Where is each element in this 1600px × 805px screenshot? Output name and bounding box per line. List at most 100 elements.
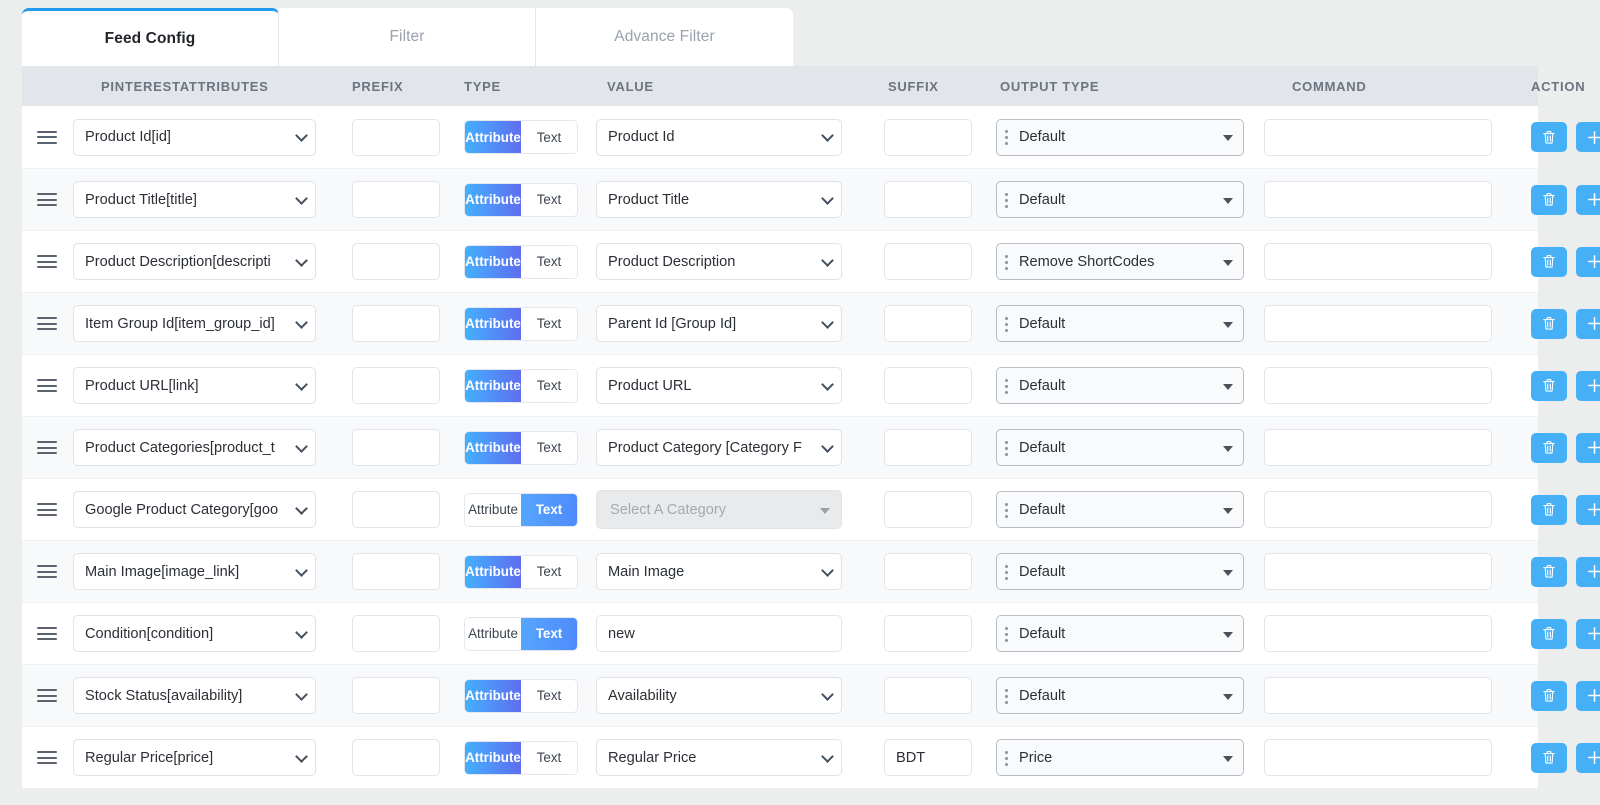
prefix-input[interactable] [352,118,440,156]
type-toggle[interactable]: Attribute Text [464,182,578,217]
attribute-select[interactable]: Product Title[title] [73,181,316,218]
type-toggle-attribute[interactable]: Attribute [465,555,521,588]
add-row-button[interactable] [1576,556,1600,587]
type-toggle-text[interactable]: Text [521,741,577,774]
output-type-select[interactable]: Default [996,367,1244,404]
drag-handle-icon[interactable] [37,751,57,764]
value-select[interactable]: Parent Id [Group Id] [596,305,842,342]
attribute-select[interactable]: Product Id[id] [73,118,316,156]
command-input[interactable] [1264,677,1492,714]
drag-handle-icon[interactable] [37,441,57,454]
add-row-button[interactable] [1576,122,1600,152]
drag-handle-icon[interactable] [37,255,57,268]
output-type-select[interactable]: Default [996,491,1244,528]
command-input[interactable] [1264,181,1492,218]
prefix-input[interactable] [352,739,440,776]
output-type-select[interactable]: Default [996,677,1244,714]
suffix-input[interactable] [884,677,972,714]
type-toggle-attribute[interactable]: Attribute [465,183,521,216]
prefix-input[interactable] [352,243,440,280]
command-input[interactable] [1264,429,1492,466]
attribute-select[interactable]: Product Categories[product_t [73,429,316,466]
type-toggle[interactable]: Attribute Text [464,244,578,279]
value-select[interactable]: Availability [596,677,842,714]
suffix-input[interactable] [884,305,972,342]
prefix-input[interactable] [352,491,440,528]
tab-advance-filter[interactable]: Advance Filter [536,8,793,66]
add-row-button[interactable] [1576,246,1600,277]
prefix-input[interactable] [352,305,440,342]
type-toggle-attribute[interactable]: Attribute [465,245,521,278]
output-type-select[interactable]: Default [996,305,1244,342]
type-toggle-text[interactable]: Text [521,493,577,526]
attribute-select[interactable]: Condition[condition] [73,615,316,652]
value-select[interactable]: Product Category [Category F [596,429,842,466]
prefix-input[interactable] [352,677,440,714]
suffix-input[interactable]: BDT [884,739,972,776]
add-row-button[interactable] [1576,680,1600,711]
value-input[interactable]: new [596,615,842,652]
attribute-select[interactable]: Stock Status[availability] [73,677,316,714]
delete-row-button[interactable] [1531,184,1567,215]
type-toggle-attribute[interactable]: Attribute [465,369,521,402]
attribute-select[interactable]: Google Product Category[goo [73,491,316,528]
output-type-select[interactable]: Default [996,181,1244,218]
suffix-input[interactable] [884,615,972,652]
command-input[interactable] [1264,739,1492,776]
type-toggle[interactable]: Attribute Text [464,430,578,465]
type-toggle-attribute[interactable]: Attribute [465,307,521,340]
add-row-button[interactable] [1576,308,1600,339]
drag-handle-icon[interactable] [37,627,57,640]
suffix-input[interactable] [884,553,972,590]
drag-handle-icon[interactable] [37,689,57,702]
command-input[interactable] [1264,491,1492,528]
value-select[interactable]: Regular Price [596,739,842,776]
suffix-input[interactable] [884,243,972,280]
attribute-select[interactable]: Regular Price[price] [73,739,316,776]
category-select[interactable]: Select A Category [596,490,842,529]
prefix-input[interactable] [352,367,440,404]
drag-handle-icon[interactable] [37,503,57,516]
attribute-select[interactable]: Item Group Id[item_group_id] [73,305,316,342]
type-toggle-attribute[interactable]: Attribute [465,617,521,650]
command-input[interactable] [1264,553,1492,590]
command-input[interactable] [1264,615,1492,652]
type-toggle-text[interactable]: Text [521,245,577,278]
prefix-input[interactable] [352,181,440,218]
output-type-select[interactable]: Default [996,615,1244,652]
delete-row-button[interactable] [1531,742,1567,773]
type-toggle-text[interactable]: Text [521,555,577,588]
value-select[interactable]: Product Description [596,243,842,280]
delete-row-button[interactable] [1531,122,1567,152]
delete-row-button[interactable] [1531,370,1567,401]
delete-row-button[interactable] [1531,308,1567,339]
output-type-select[interactable]: Remove ShortCodes [996,243,1244,280]
delete-row-button[interactable] [1531,680,1567,711]
add-row-button[interactable] [1576,184,1600,215]
delete-row-button[interactable] [1531,618,1567,649]
command-input[interactable] [1264,118,1492,156]
type-toggle-attribute[interactable]: Attribute [465,679,521,712]
type-toggle-attribute[interactable]: Attribute [465,741,521,774]
type-toggle-text[interactable]: Text [521,431,577,464]
type-toggle-text[interactable]: Text [521,679,577,712]
output-type-select[interactable]: Default [996,553,1244,590]
add-row-button[interactable] [1576,742,1600,773]
type-toggle[interactable]: Attribute Text [464,678,578,713]
type-toggle-attribute[interactable]: Attribute [465,493,521,526]
suffix-input[interactable] [884,367,972,404]
prefix-input[interactable] [352,615,440,652]
tab-filter[interactable]: Filter [279,8,536,66]
value-select[interactable]: Product URL [596,367,842,404]
type-toggle[interactable]: Attribute Text [464,368,578,403]
type-toggle[interactable]: Attribute Text [464,554,578,589]
command-input[interactable] [1264,305,1492,342]
prefix-input[interactable] [352,429,440,466]
output-type-select[interactable]: Default [996,429,1244,466]
tab-feed-config[interactable]: Feed Config [22,8,279,66]
attribute-select[interactable]: Product URL[link] [73,367,316,404]
output-type-select[interactable]: Default [996,118,1244,156]
drag-handle-icon[interactable] [37,379,57,392]
suffix-input[interactable] [884,118,972,156]
value-select[interactable]: Product Title [596,181,842,218]
